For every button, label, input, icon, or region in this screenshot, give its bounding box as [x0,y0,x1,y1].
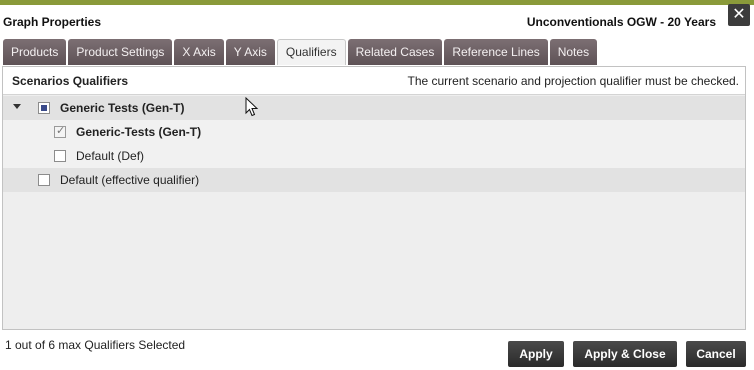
qualifier-checkbox[interactable] [54,150,66,162]
qualifier-label: Generic-Tests (Gen-T) [76,125,202,139]
apply-close-button[interactable]: Apply & Close [573,341,677,367]
qualifier-label: Default (effective qualifier) [60,173,200,187]
close-icon: ✕ [732,6,746,23]
qualifier-tree: Generic Tests (Gen-T) Generic-Tests (Gen… [3,96,745,192]
group-checkbox[interactable] [38,102,50,114]
tab-product-settings[interactable]: Product Settings [68,39,173,65]
tab-products[interactable]: Products [3,39,67,65]
tree-row-group[interactable]: Generic Tests (Gen-T) [3,96,745,120]
tab-qualifiers[interactable]: Qualifiers [276,39,346,65]
selection-status: 1 out of 6 max Qualifiers Selected [5,338,186,352]
tree-row-child[interactable]: Default (Def) [3,144,745,168]
mouse-pointer-icon [245,97,259,117]
tree-row-child[interactable]: Generic-Tests (Gen-T) [3,120,745,144]
tab-bar: Products Product Settings X Axis Y Axis … [3,39,598,65]
panel-note: The current scenario and projection qual… [407,74,739,88]
apply-button[interactable]: Apply [508,341,564,367]
tab-reference-lines[interactable]: Reference Lines [444,39,548,65]
close-button[interactable]: ✕ [728,4,750,26]
panel-title: Scenarios Qualifiers [12,74,129,88]
cancel-button[interactable]: Cancel [686,341,746,367]
qualifiers-panel: Scenarios Qualifiers The current scenari… [2,66,746,330]
qualifier-checkbox[interactable] [38,174,50,186]
panel-header: Scenarios Qualifiers The current scenari… [3,67,745,95]
case-name: Unconventionals OGW - 20 Years [526,15,716,29]
tab-x-axis[interactable]: X Axis [174,39,224,65]
group-label: Generic Tests (Gen-T) [60,101,185,115]
dialog-title: Graph Properties [3,15,102,29]
dialog-titlebar: Graph Properties Unconventionals OGW - 2… [0,5,754,38]
tab-related-cases[interactable]: Related Cases [347,39,443,65]
expand-arrow-icon[interactable] [13,104,21,109]
qualifier-checkbox[interactable] [54,124,66,138]
qualifier-label: Default (Def) [76,149,145,163]
tree-row-effective[interactable]: Default (effective qualifier) [3,168,745,192]
tab-notes[interactable]: Notes [549,39,598,65]
tab-y-axis[interactable]: Y Axis [225,39,275,65]
